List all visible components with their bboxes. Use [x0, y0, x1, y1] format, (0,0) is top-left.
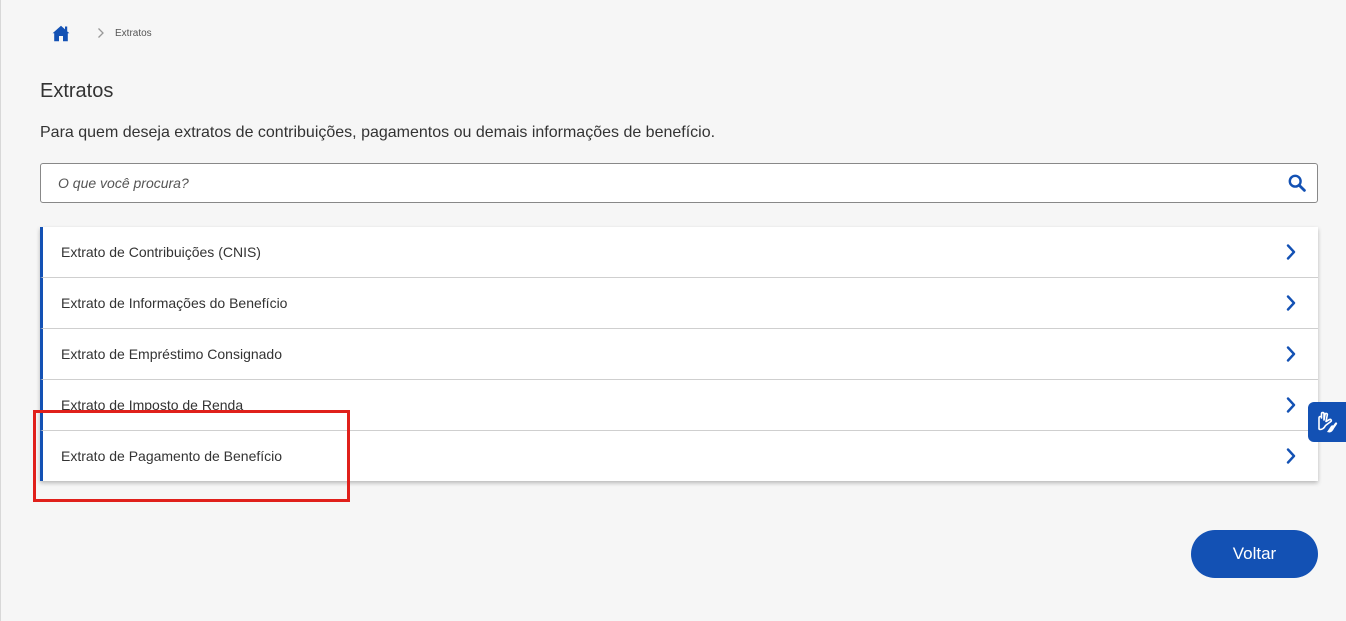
- home-icon[interactable]: [52, 25, 70, 42]
- list-item-label: Extrato de Pagamento de Benefício: [61, 448, 283, 464]
- page-description: Para quem deseja extratos de contribuiçõ…: [40, 124, 716, 141]
- chevron-right-icon: [1286, 346, 1296, 362]
- list-item-extrato-informacoes-beneficio[interactable]: Extrato de Informações do Benefício: [40, 278, 1318, 329]
- list-item-extrato-pagamento-beneficio[interactable]: Extrato de Pagamento de Benefício: [40, 431, 1318, 481]
- chevron-right-icon: [1286, 397, 1296, 413]
- list-item-label: Extrato de Informações do Benefício: [61, 295, 288, 311]
- chevron-right-icon: [1286, 244, 1296, 260]
- page-title: Extratos: [40, 80, 114, 102]
- search-bar: [40, 163, 1318, 203]
- search-input[interactable]: [41, 164, 1261, 202]
- chevron-right-icon: [98, 28, 104, 38]
- list-item-label: Extrato de Contribuições (CNIS): [61, 244, 261, 260]
- list-item-label: Extrato de Imposto de Renda: [61, 397, 244, 413]
- sign-language-hands-icon: [1318, 411, 1338, 433]
- back-button[interactable]: Voltar: [1191, 530, 1318, 578]
- chevron-right-icon: [1286, 295, 1296, 311]
- breadcrumb: Extratos: [52, 23, 152, 43]
- list-item-extrato-imposto-renda[interactable]: Extrato de Imposto de Renda: [40, 380, 1318, 431]
- page-left-border: [0, 0, 1, 621]
- list-item-extrato-emprestimo-consignado[interactable]: Extrato de Empréstimo Consignado: [40, 329, 1318, 380]
- list-item-label: Extrato de Empréstimo Consignado: [61, 346, 282, 362]
- accessibility-sign-language-button[interactable]: [1308, 402, 1346, 442]
- extratos-list: Extrato de Contribuições (CNIS) Extrato …: [40, 227, 1318, 481]
- breadcrumb-current: Extratos: [115, 27, 152, 39]
- search-icon[interactable]: [1288, 174, 1306, 192]
- chevron-right-icon: [1286, 448, 1296, 464]
- list-item-extrato-contribuicoes[interactable]: Extrato de Contribuições (CNIS): [40, 227, 1318, 278]
